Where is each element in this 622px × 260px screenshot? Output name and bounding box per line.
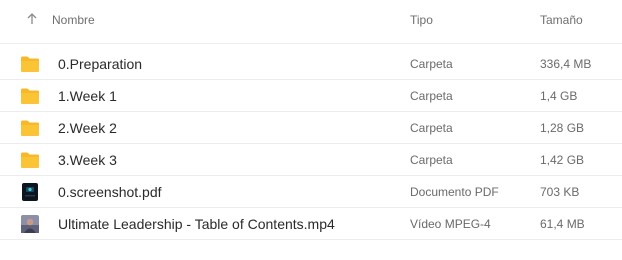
file-row-week-3[interactable]: 3.Week 3 Carpeta 1,42 GB [0, 144, 622, 176]
file-type: Documento PDF [410, 185, 499, 199]
folder-icon [21, 56, 39, 72]
column-header-type[interactable]: Tipo [410, 13, 433, 27]
file-row-screenshot-pdf[interactable]: 0.screenshot.pdf Documento PDF 703 KB [0, 176, 622, 208]
column-header-name[interactable]: Nombre [52, 13, 95, 27]
file-size: 1,28 GB [540, 121, 585, 135]
file-type: Vídeo MPEG-4 [410, 217, 491, 231]
file-size: 61,4 MB [540, 217, 585, 231]
file-type: Carpeta [410, 57, 453, 71]
pdf-thumbnail-icon [22, 183, 38, 201]
file-type: Carpeta [410, 89, 453, 103]
file-size: 1,42 GB [540, 153, 585, 167]
folder-icon [21, 120, 39, 136]
file-size: 703 KB [540, 185, 580, 199]
file-name: 2.Week 2 [58, 120, 117, 136]
file-row-leadership-mp4[interactable]: Ultimate Leadership - Table of Contents.… [0, 208, 622, 240]
file-type: Carpeta [410, 153, 453, 167]
arrow-up-icon[interactable] [24, 11, 40, 27]
file-size: 336,4 MB [540, 57, 592, 71]
file-name: 0.Preparation [58, 56, 143, 72]
file-name: 1.Week 1 [58, 88, 117, 104]
folder-icon [21, 88, 39, 104]
column-header-size[interactable]: Tamaño [540, 13, 583, 27]
file-row-week-2[interactable]: 2.Week 2 Carpeta 1,28 GB [0, 112, 622, 144]
file-name: Ultimate Leadership - Table of Contents.… [58, 216, 335, 232]
file-type: Carpeta [410, 121, 453, 135]
file-row-preparation[interactable]: 0.Preparation Carpeta 336,4 MB [0, 48, 622, 80]
video-thumbnail-icon [21, 215, 39, 233]
file-list: Nombre Tipo Tamaño 0.Preparation Carpeta… [0, 0, 622, 260]
file-size: 1,4 GB [540, 89, 578, 103]
file-name: 3.Week 3 [58, 152, 117, 168]
file-name: 0.screenshot.pdf [58, 184, 162, 200]
file-row-week-1[interactable]: 1.Week 1 Carpeta 1,4 GB [0, 80, 622, 112]
file-list-header: Nombre Tipo Tamaño [0, 0, 622, 44]
folder-icon [21, 152, 39, 168]
